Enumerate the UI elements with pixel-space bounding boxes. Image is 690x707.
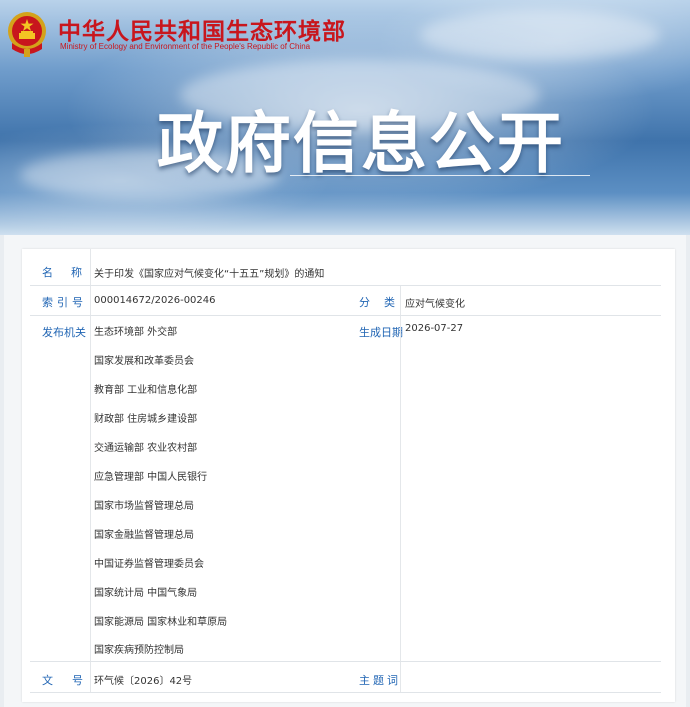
category-label: 分类 xyxy=(359,296,409,309)
banner-cloud xyxy=(420,10,660,60)
column-divider xyxy=(90,662,91,692)
keywords-label: 主题词 xyxy=(359,674,401,687)
issuer-item: 国家能源局 国家林业和草原局 xyxy=(94,617,228,628)
name-label-char: 名 xyxy=(42,266,53,279)
content-panel: 名称 关于印发《国家应对气候变化“十五五”规划》的通知 索引号 00001467… xyxy=(4,235,686,707)
name-label-char: 称 xyxy=(71,266,82,279)
column-divider xyxy=(400,662,401,692)
date-value: 2026-07-27 xyxy=(405,323,464,334)
issuer-item: 国家发展和改革委员会 xyxy=(94,356,194,367)
docno-label: 文号 xyxy=(42,674,102,687)
index-row: 索引号 000014672/2026-00246 分类 应对气候变化 xyxy=(30,286,661,316)
header-banner: 中华人民共和国生态环境部 Ministry of Ecology and Env… xyxy=(0,0,690,235)
site-subtitle: Ministry of Ecology and Environment of t… xyxy=(60,42,311,51)
issuer-item: 财政部 住房城乡建设部 xyxy=(94,414,198,425)
issuer-row: 发布机关 生态环境部 外交部 国家发展和改革委员会 教育部 工业和信息化部 财政… xyxy=(30,316,661,662)
issuer-item: 国家统计局 中国气象局 xyxy=(94,588,198,599)
column-divider xyxy=(90,286,91,315)
index-value: 000014672/2026-00246 xyxy=(94,295,216,306)
issuer-item: 应急管理部 中国人民银行 xyxy=(94,472,208,483)
name-row: 名称 关于印发《国家应对气候变化“十五五”规划》的通知 xyxy=(30,249,661,286)
issuer-item: 中国证券监督管理委员会 xyxy=(94,559,204,570)
issuer-item: 教育部 工业和信息化部 xyxy=(94,385,198,396)
banner-title: 政府信息公开 xyxy=(157,105,565,182)
issuer-item: 国家疾病预防控制局 xyxy=(94,645,184,656)
issuer-item: 国家金融监督管理总局 xyxy=(94,530,194,541)
column-divider xyxy=(400,316,401,661)
name-value: 关于印发《国家应对气候变化“十五五”规划》的通知 xyxy=(94,269,325,280)
issuer-item: 生态环境部 外交部 xyxy=(94,327,178,338)
issuer-label: 发布机关 xyxy=(42,326,86,339)
date-label: 生成日期 xyxy=(359,326,403,339)
name-label: 名称 xyxy=(42,264,82,280)
national-emblem-icon[interactable] xyxy=(6,9,48,59)
banner-divider xyxy=(290,175,590,176)
column-divider xyxy=(90,316,91,661)
category-value: 应对气候变化 xyxy=(405,299,465,310)
issuer-item: 国家市场监督管理总局 xyxy=(94,501,194,512)
site-title[interactable]: 中华人民共和国生态环境部 xyxy=(58,12,346,46)
docno-value: 环气候〔2026〕42号 xyxy=(94,676,193,687)
docno-row: 文号 环气候〔2026〕42号 主题词 xyxy=(30,662,661,693)
index-label: 索引号 xyxy=(42,296,87,309)
info-card: 名称 关于印发《国家应对气候变化“十五五”规划》的通知 索引号 00001467… xyxy=(22,249,675,702)
issuer-item: 交通运输部 农业农村部 xyxy=(94,443,198,454)
column-divider xyxy=(90,249,91,285)
column-divider xyxy=(400,286,401,315)
